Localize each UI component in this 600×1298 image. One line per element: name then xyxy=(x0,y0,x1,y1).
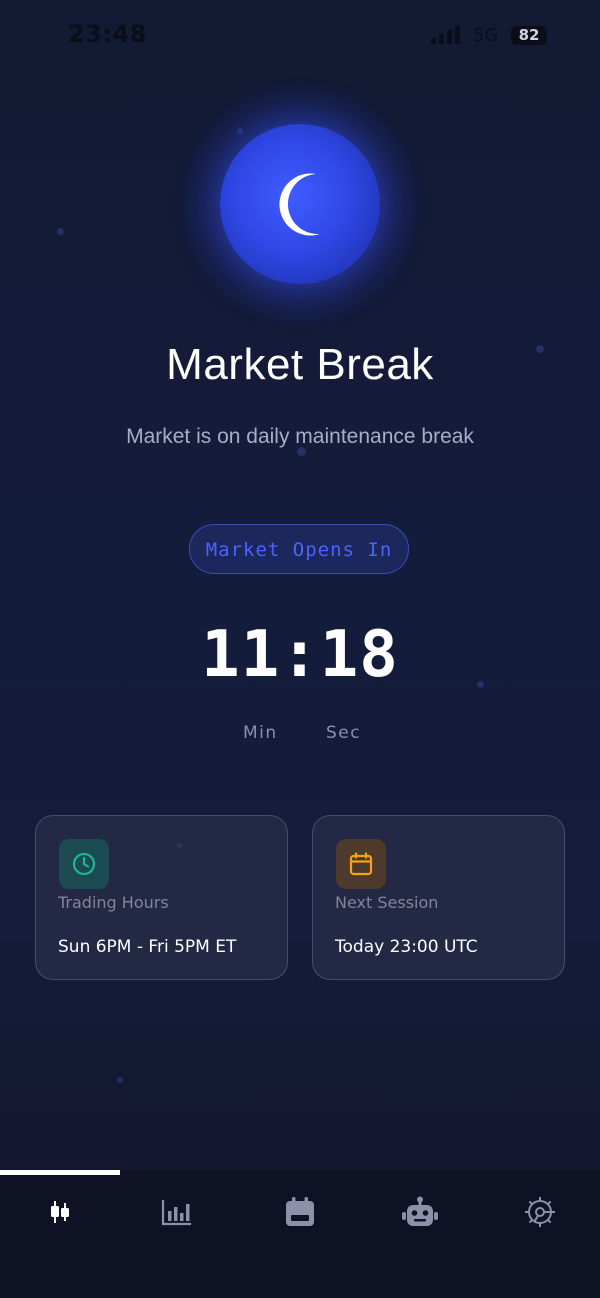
next-session-label: Next Session xyxy=(335,893,439,912)
page-subtitle: Market is on daily maintenance break xyxy=(126,425,474,448)
tab-calendar[interactable] xyxy=(240,1192,360,1232)
calendar-icon xyxy=(336,839,386,889)
tab-charts[interactable] xyxy=(117,1192,237,1232)
battery-indicator: 82 xyxy=(511,26,547,45)
tab-trade[interactable] xyxy=(0,1192,120,1232)
calendar-icon xyxy=(286,1197,314,1226)
star-dot xyxy=(57,228,64,235)
network-type: 5G xyxy=(473,25,499,46)
countdown-timer: 11:18 xyxy=(201,618,399,692)
tab-bot[interactable] xyxy=(360,1192,480,1232)
signal-icon xyxy=(431,26,460,44)
robot-icon xyxy=(402,1196,438,1226)
clock-icon xyxy=(59,839,109,889)
settings-icon xyxy=(525,1197,555,1227)
next-session-value: Today 23:00 UTC xyxy=(335,937,478,957)
bar-chart-icon xyxy=(161,1200,191,1226)
tab-settings[interactable] xyxy=(480,1192,600,1232)
market-opens-badge: Market Opens In xyxy=(189,524,409,574)
active-tab-indicator xyxy=(0,1170,120,1175)
seconds-label: Sec xyxy=(326,723,362,743)
bottom-nav xyxy=(0,1170,600,1298)
trading-hours-value: Sun 6PM - Fri 5PM ET xyxy=(58,937,237,957)
star-dot xyxy=(117,1077,123,1083)
trading-hours-label: Trading Hours xyxy=(58,893,169,912)
status-time: 23:48 xyxy=(68,20,147,48)
candlestick-icon xyxy=(51,1201,69,1223)
minutes-label: Min xyxy=(243,723,278,743)
moon-icon xyxy=(279,173,320,236)
page-title: Market Break xyxy=(166,340,434,389)
